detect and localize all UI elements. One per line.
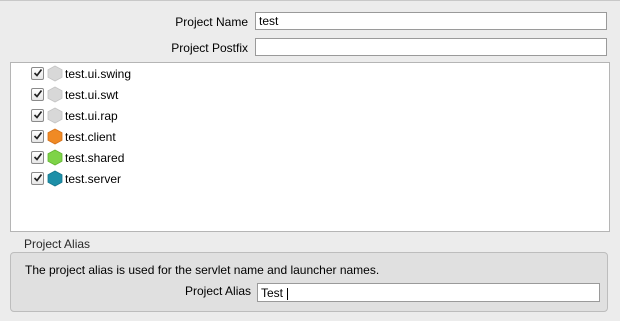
project-alias-group: The project alias is used for the servle… [10,252,608,312]
checkbox[interactable] [31,130,44,143]
project-alias-input[interactable] [257,283,600,302]
project-name-row: Project Name [0,12,620,32]
checkmark-icon [33,173,43,182]
checkmark-icon [33,131,43,140]
checkmark-icon [33,89,43,98]
checkbox[interactable] [31,151,44,164]
list-item-label: test.client [65,130,116,144]
project-alias-label: Project Alias [185,284,252,298]
checkmark-icon [33,110,43,119]
list-item-label: test.ui.swing [65,67,132,81]
grey-hexagon-icon [47,107,63,124]
list-item-label: test.ui.swt [65,88,119,102]
checkbox[interactable] [31,88,44,101]
project-name-input[interactable] [255,12,607,30]
project-alias-description: The project alias is used for the servle… [25,263,380,277]
list-item-label: test.ui.rap [65,109,118,123]
checkmark-icon [33,68,43,77]
checkmark-icon [33,152,43,161]
project-name-label: Project Name [175,15,248,29]
project-postfix-input[interactable] [255,38,607,56]
top-border [0,0,620,1]
project-alias-group-title: Project Alias [24,237,91,251]
project-list[interactable]: test.ui.swing test.ui.swt test.ui.rap te… [10,62,610,232]
teal-hexagon-icon [47,170,63,187]
grey-hexagon-icon [47,86,63,103]
list-item-label: test.shared [65,151,125,165]
green-hexagon-icon [47,149,63,166]
project-postfix-label: Project Postfix [171,41,248,55]
list-item-label: test.server [65,172,122,186]
project-postfix-row: Project Postfix [0,38,620,58]
checkbox[interactable] [31,172,44,185]
orange-hexagon-icon [47,128,63,145]
grey-hexagon-icon [47,65,63,82]
checkbox[interactable] [31,67,44,80]
text-cursor [287,288,288,300]
checkbox[interactable] [31,109,44,122]
